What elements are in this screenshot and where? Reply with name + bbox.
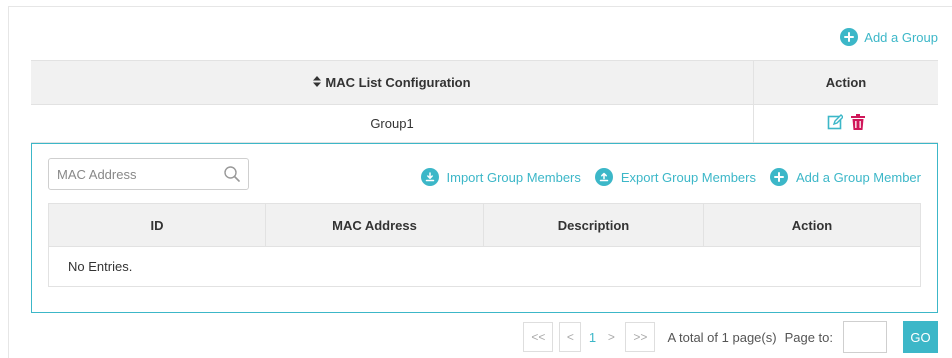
page-number-input[interactable] [843, 321, 887, 353]
add-group-label: Add a Group [864, 29, 938, 45]
plus-circle-icon [840, 28, 859, 46]
export-label: Export Group Members [620, 169, 756, 185]
add-group-member-button[interactable]: Add a Group Member [769, 168, 921, 186]
column-description: Description [484, 204, 704, 246]
last-page-button[interactable]: >> [625, 322, 656, 352]
group-members-table-header: ID MAC Address Description Action [49, 204, 920, 246]
column-header-label: MAC List Configuration [325, 75, 471, 90]
group-members-table: ID MAC Address Description Action No Ent… [48, 203, 921, 287]
add-member-label: Add a Group Member [795, 169, 921, 185]
import-group-members-button[interactable]: Import Group Members [420, 168, 581, 186]
mac-list-table: MAC List Configuration Action Group1 [31, 60, 938, 143]
member-toolbar: Import Group Members Export Group Member… [420, 168, 921, 186]
go-button[interactable]: GO [903, 321, 938, 353]
group-members-panel: Import Group Members Export Group Member… [31, 143, 938, 313]
plus-circle-icon [769, 168, 788, 186]
import-icon [420, 168, 439, 186]
row-actions [754, 105, 938, 142]
add-group-button[interactable]: Add a Group [840, 28, 938, 46]
column-action: Action [791, 217, 833, 233]
search-icon[interactable] [224, 166, 240, 182]
delete-icon[interactable] [851, 114, 865, 133]
empty-message: No Entries. [49, 246, 920, 286]
page-to-label: Page to: [784, 329, 833, 345]
mac-search-input[interactable] [57, 166, 224, 182]
column-mac-list-configuration[interactable]: MAC List Configuration [31, 61, 754, 104]
export-group-members-button[interactable]: Export Group Members [594, 168, 756, 186]
column-id: ID [49, 204, 266, 246]
page-number-current[interactable]: 1 [585, 322, 600, 352]
pagination: << < 1 > >> A total of 1 page(s) Page to… [523, 321, 938, 353]
table-row[interactable]: Group1 [31, 105, 938, 143]
export-icon [594, 168, 613, 186]
column-action: Action [825, 75, 867, 90]
total-pages-text: A total of 1 page(s) [667, 329, 777, 345]
first-page-button[interactable]: << [523, 322, 554, 352]
import-label: Import Group Members [446, 169, 581, 185]
prev-page-button[interactable]: < [559, 322, 582, 352]
column-mac-address: MAC Address [266, 204, 484, 246]
edit-icon[interactable] [827, 114, 844, 133]
mac-list-table-header: MAC List Configuration Action [31, 60, 938, 105]
group-name-cell: Group1 [31, 105, 754, 142]
next-page-button[interactable]: > [603, 322, 620, 352]
mac-search-box [48, 158, 249, 190]
sort-icon[interactable] [313, 75, 322, 90]
